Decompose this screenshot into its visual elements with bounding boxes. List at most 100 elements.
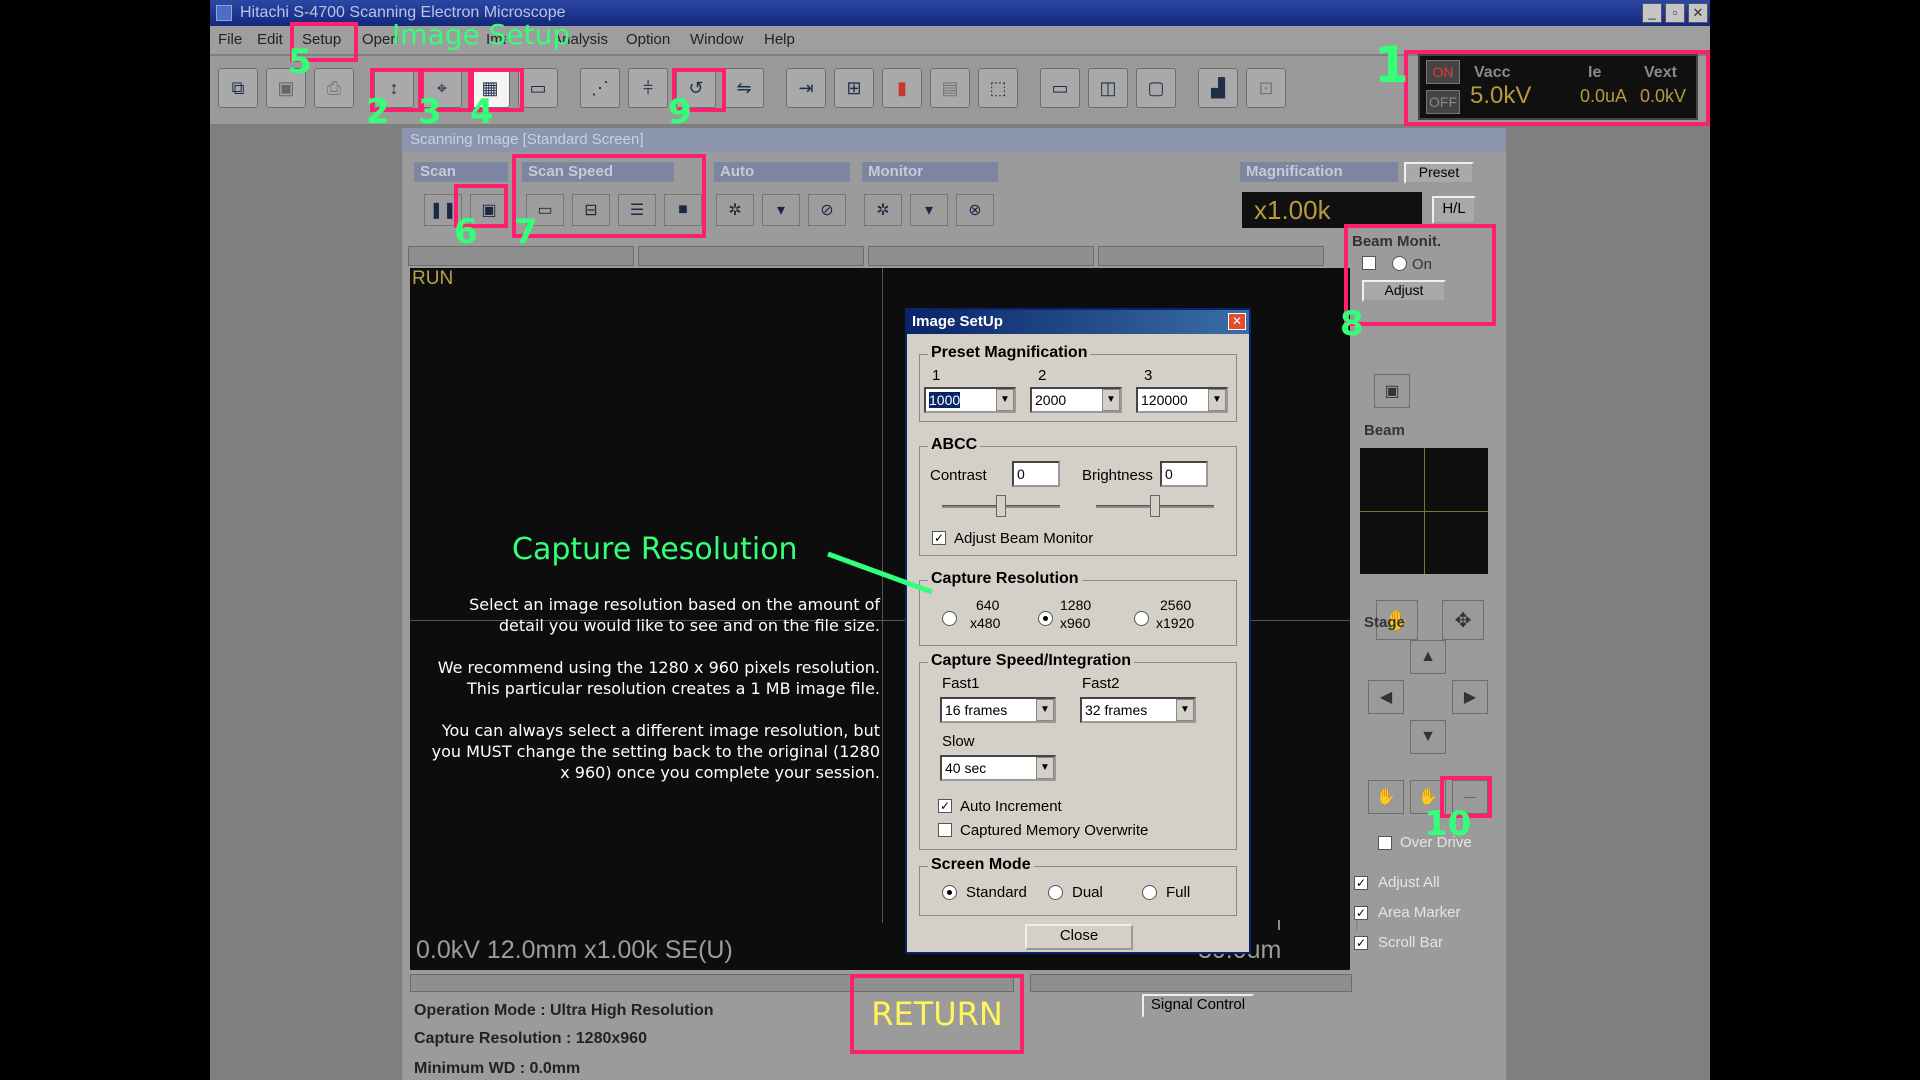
close-button-dialog[interactable]: Close xyxy=(1025,924,1133,950)
beam-icon[interactable]: ⋰ xyxy=(580,68,620,108)
resolution-640-radio[interactable] xyxy=(942,611,957,626)
aperture-icon[interactable]: ⇥ xyxy=(786,68,826,108)
resolution-2560-line1: 2560 xyxy=(1160,597,1192,613)
preset-3-select[interactable]: 120000 ▼ xyxy=(1136,387,1228,413)
move-icon[interactable]: ✥ xyxy=(1442,600,1484,640)
stage-down-icon[interactable]: ▼ xyxy=(1410,720,1446,754)
fast1-select[interactable]: 16 frames ▼ xyxy=(940,697,1056,723)
menu-help[interactable]: Help xyxy=(764,31,795,48)
voltage-highlight xyxy=(1404,50,1710,126)
standard-radio[interactable] xyxy=(942,885,957,900)
adjust-all-label: Adjust All xyxy=(1378,874,1440,891)
stage-up-icon[interactable]: ▲ xyxy=(1410,640,1446,674)
label-4: 4 xyxy=(470,92,494,132)
stage-hand-icon[interactable]: ✋ xyxy=(1368,780,1404,814)
monitor-brightness-icon[interactable]: ✲ xyxy=(864,194,902,226)
preset-2-label: 2 xyxy=(1038,367,1047,384)
contrast-input[interactable]: 0 xyxy=(1012,461,1060,487)
preset-2-select[interactable]: 2000 ▼ xyxy=(1030,387,1122,413)
slow-select[interactable]: 40 sec ▼ xyxy=(940,755,1056,781)
label-8: 8 xyxy=(1340,304,1364,344)
scroll-bar-checkbox[interactable]: ✓ xyxy=(1354,936,1368,950)
abcc-legend: ABCC xyxy=(928,436,981,454)
preset-1-label: 1 xyxy=(932,367,941,384)
capture-speed-group: Capture Speed/Integration Fast1 Fast2 16… xyxy=(919,652,1237,850)
annotation-arrow xyxy=(827,551,933,595)
monitor-focus-icon[interactable]: ▾ xyxy=(910,194,948,226)
focus-icon[interactable]: ⊞ xyxy=(834,68,874,108)
camera-icon[interactable]: ▣ xyxy=(1374,374,1410,408)
chevron-down-icon[interactable]: ▼ xyxy=(1036,757,1054,779)
stage-heading: Stage xyxy=(1364,614,1405,631)
monitor-stigma-icon[interactable]: ⊗ xyxy=(956,194,994,226)
label-6: 6 xyxy=(454,212,478,252)
histogram-icon[interactable]: ▟ xyxy=(1198,68,1238,108)
dual-radio[interactable] xyxy=(1048,885,1063,900)
auto-stigma-icon[interactable]: ⊘ xyxy=(808,194,846,226)
run-status: RUN xyxy=(412,268,454,289)
preset-1-select[interactable]: 1000 ▼ xyxy=(924,387,1016,413)
measure-icon[interactable]: ⬚ xyxy=(978,68,1018,108)
chevron-down-icon[interactable]: ▼ xyxy=(1102,389,1120,411)
adjust-beam-monitor-checkbox[interactable]: ✓ xyxy=(932,531,946,545)
return-button[interactable]: RETURN xyxy=(858,982,1016,1046)
align-icon[interactable]: ⫩ xyxy=(628,68,668,108)
fast1-label: Fast1 xyxy=(942,675,980,692)
full-radio[interactable] xyxy=(1142,885,1157,900)
status-operation-mode: Operation Mode : Ultra High Resolution xyxy=(414,1002,714,1019)
contrast-slider-thumb[interactable] xyxy=(996,495,1006,517)
contrast-slider[interactable] xyxy=(1098,246,1324,266)
stage-left-icon[interactable]: ◀ xyxy=(1368,680,1404,714)
overwrite-checkbox[interactable] xyxy=(938,823,952,837)
pci-icon[interactable]: ⊡ xyxy=(1246,68,1286,108)
image-setup-dialog: Image SetUp ✕ Preset Magnification 1 2 3… xyxy=(905,308,1251,954)
label-9: 9 xyxy=(668,92,692,132)
menu-edit[interactable]: Edit xyxy=(257,31,283,48)
capture-resolution-legend: Capture Resolution xyxy=(928,570,1082,588)
screen-split-icon[interactable]: ▭ xyxy=(1040,68,1080,108)
over-drive-checkbox[interactable] xyxy=(1378,836,1392,850)
menu-window[interactable]: Window xyxy=(690,31,743,48)
area-marker-checkbox[interactable]: ✓ xyxy=(1354,906,1368,920)
close-button[interactable]: ✕ xyxy=(1688,3,1708,23)
chevron-down-icon[interactable]: ▼ xyxy=(1176,699,1194,721)
auto-brightness-icon[interactable]: ✲ xyxy=(716,194,754,226)
film-icon[interactable]: ▭ xyxy=(518,68,558,108)
stage-right-icon[interactable]: ▶ xyxy=(1452,680,1488,714)
stage-tilt-icon[interactable]: ⇋ xyxy=(724,68,764,108)
chevron-down-icon[interactable]: ▼ xyxy=(1036,699,1054,721)
preset-3-value: 120000 xyxy=(1141,392,1188,408)
dual-screen-icon[interactable]: ◫ xyxy=(1088,68,1128,108)
menu-option[interactable]: Option xyxy=(626,31,670,48)
adjust-all-checkbox[interactable]: ✓ xyxy=(1354,876,1368,890)
stigma-slider[interactable] xyxy=(638,246,864,266)
minimize-button[interactable]: _ xyxy=(1642,3,1662,23)
grid-icon[interactable]: ▤ xyxy=(930,68,970,108)
print-icon[interactable]: ⎙ xyxy=(314,68,354,108)
brightness-slider-thumb[interactable] xyxy=(1150,495,1160,517)
fast1-value: 16 frames xyxy=(945,702,1008,718)
chevron-down-icon[interactable]: ▼ xyxy=(996,389,1014,411)
fast2-label: Fast2 xyxy=(1082,675,1120,692)
fast2-value: 32 frames xyxy=(1085,702,1148,718)
horizontal-scrollbar-right[interactable] xyxy=(1030,974,1352,992)
auto-increment-checkbox[interactable]: ✓ xyxy=(938,799,952,813)
resolution-1280-radio[interactable] xyxy=(1038,611,1053,626)
fast2-select[interactable]: 32 frames ▼ xyxy=(1080,697,1196,723)
resolution-2560-radio[interactable] xyxy=(1134,611,1149,626)
help-paragraph-1: Select an image resolution based on the … xyxy=(469,595,880,635)
brightness-input[interactable]: 0 xyxy=(1160,461,1208,487)
auto-focus-icon[interactable]: ▾ xyxy=(762,194,800,226)
layers-icon[interactable]: ⧉ xyxy=(218,68,258,108)
color-map-icon[interactable]: ▮ xyxy=(882,68,922,108)
chevron-down-icon[interactable]: ▼ xyxy=(1208,389,1226,411)
brightness-slider[interactable] xyxy=(868,246,1094,266)
label-3: 3 xyxy=(418,92,442,132)
full-screen-icon[interactable]: ▢ xyxy=(1136,68,1176,108)
maximize-button[interactable]: ▫ xyxy=(1665,3,1685,23)
area-marker-label: Area Marker xyxy=(1378,904,1461,921)
signal-control-button[interactable]: Signal Control xyxy=(1142,994,1254,1018)
menu-file[interactable]: File xyxy=(218,31,242,48)
dialog-close-icon[interactable]: ✕ xyxy=(1228,313,1246,330)
resolution-2560-line2: x1920 xyxy=(1156,615,1195,631)
